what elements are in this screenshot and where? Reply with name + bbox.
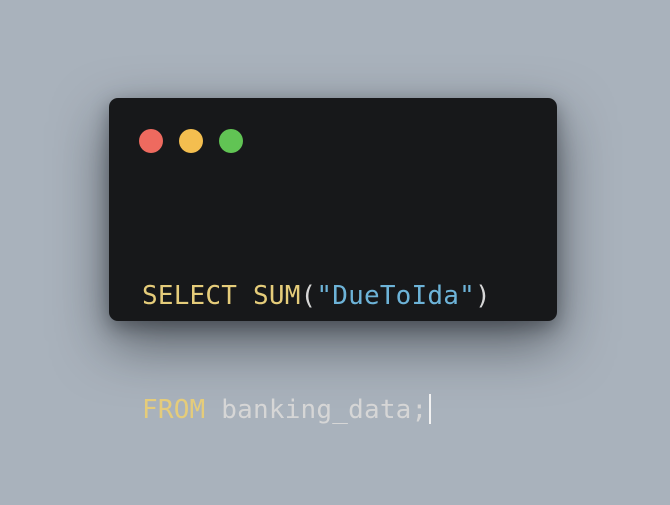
- paren-open: (: [300, 281, 317, 311]
- window-controls: [139, 129, 243, 153]
- function-sum: SUM: [252, 281, 301, 311]
- code-editor[interactable]: SELECT SUM("DueToIda") FROM banking_data…: [142, 201, 491, 505]
- code-line-1: SELECT SUM("DueToIda"): [142, 277, 491, 315]
- string-literal: "DueToIda": [316, 281, 475, 311]
- table-name: banking_data;: [221, 395, 428, 425]
- close-button[interactable]: [139, 129, 163, 153]
- maximize-button[interactable]: [219, 129, 243, 153]
- code-line-2: FROM banking_data;: [142, 391, 491, 429]
- minimize-button[interactable]: [179, 129, 203, 153]
- keyword-select: SELECT: [142, 281, 238, 311]
- code-window: SELECT SUM("DueToIda") FROM banking_data…: [109, 98, 557, 425]
- keyword-from: FROM: [142, 395, 206, 425]
- text-cursor: [429, 394, 432, 424]
- paren-close: ): [474, 281, 491, 311]
